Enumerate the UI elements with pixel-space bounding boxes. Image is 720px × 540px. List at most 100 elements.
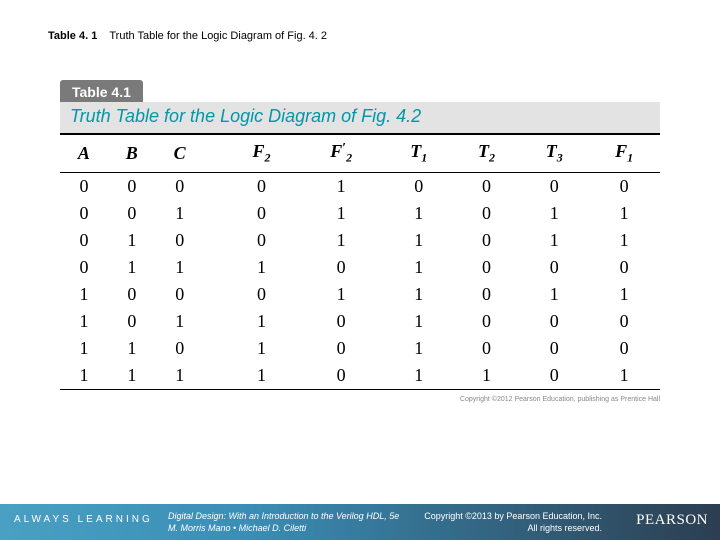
table-cell: 1: [226, 308, 298, 335]
table-cell: 0: [520, 254, 588, 281]
table-cell: 0: [453, 308, 521, 335]
figure-tab: Table 4.1: [60, 80, 143, 102]
table-cell: 0: [297, 308, 384, 335]
caption-label: Table 4. 1: [48, 30, 97, 42]
table-cell: 0: [297, 254, 384, 281]
table-cell: 0: [60, 227, 108, 254]
table-cell: 0: [156, 172, 204, 200]
figure-title: Truth Table for the Logic Diagram of Fig…: [60, 102, 660, 133]
table-cell: 0: [453, 200, 521, 227]
table-cell: 1: [156, 254, 204, 281]
footer-bar: ALWAYS LEARNING Digital Design: With an …: [0, 504, 720, 540]
table-cell: 1: [297, 172, 384, 200]
table-cell: 1: [385, 200, 453, 227]
table-cell: 0: [453, 335, 521, 362]
table-cell: 1: [226, 335, 298, 362]
table-cell: 0: [108, 172, 156, 200]
table-cell: 1: [156, 308, 204, 335]
table-cell: 0: [60, 254, 108, 281]
table-cell: 0: [453, 172, 521, 200]
table-cell: 0: [385, 172, 453, 200]
table-cell: 1: [60, 281, 108, 308]
truth-table: A B C F2 F′2 T1 T2 T3 F1 000010000001011…: [60, 133, 660, 390]
table-cell: 1: [297, 281, 384, 308]
copyright: Copyright ©2013 by Pearson Education, In…: [424, 510, 602, 534]
table-cell: 1: [226, 254, 298, 281]
table-cell: 1: [588, 281, 660, 308]
table-cell: 0: [297, 335, 384, 362]
table-cell: 1: [588, 362, 660, 390]
table-cell: 0: [520, 335, 588, 362]
table-cell: 0: [588, 335, 660, 362]
table-cell: 0: [156, 335, 204, 362]
table-row: 101101000: [60, 308, 660, 335]
table-header-row: A B C F2 F′2 T1 T2 T3 F1: [60, 134, 660, 172]
table-cell: 0: [108, 281, 156, 308]
table-cell: 1: [60, 362, 108, 390]
figure-fine-print: Copyright ©2012 Pearson Education, publi…: [60, 390, 660, 403]
table-cell: 0: [520, 172, 588, 200]
col-F1: F1: [588, 134, 660, 172]
table-cell: 1: [588, 227, 660, 254]
table-cell: 0: [453, 254, 521, 281]
caption-text: Truth Table for the Logic Diagram of Fig…: [109, 30, 327, 42]
table-cell: 0: [520, 362, 588, 390]
slide-caption: Table 4. 1 Truth Table for the Logic Dia…: [48, 30, 327, 42]
table-row: 100011011: [60, 281, 660, 308]
table-cell: 0: [108, 308, 156, 335]
table-cell: 1: [108, 362, 156, 390]
table-row: 001011011: [60, 200, 660, 227]
table-cell: 1: [60, 335, 108, 362]
table-cell: 1: [108, 335, 156, 362]
table-cell: 1: [520, 200, 588, 227]
col-T2: T2: [453, 134, 521, 172]
table-cell: 0: [226, 281, 298, 308]
table-cell: 1: [385, 227, 453, 254]
table-cell: 0: [108, 200, 156, 227]
table-cell: 1: [453, 362, 521, 390]
col-C: C: [156, 134, 204, 172]
table-row: 000010000: [60, 172, 660, 200]
table-cell: 0: [226, 227, 298, 254]
table-cell: 1: [297, 227, 384, 254]
table-cell: 1: [297, 200, 384, 227]
pearson-logo: PEARSON: [636, 512, 708, 529]
col-T3: T3: [520, 134, 588, 172]
table-cell: 1: [226, 362, 298, 390]
table-cell: 0: [60, 172, 108, 200]
table-cell: 0: [60, 200, 108, 227]
col-A: A: [60, 134, 108, 172]
table-cell: 1: [520, 281, 588, 308]
table-cell: 0: [226, 172, 298, 200]
always-learning: ALWAYS LEARNING: [14, 514, 153, 525]
table-figure: Table 4.1 Truth Table for the Logic Diag…: [60, 80, 660, 403]
table-row: 010011011: [60, 227, 660, 254]
table-cell: 0: [453, 281, 521, 308]
table-cell: 0: [156, 281, 204, 308]
table-cell: 0: [226, 200, 298, 227]
table-cell: 0: [588, 254, 660, 281]
table-cell: 1: [385, 362, 453, 390]
table-cell: 1: [108, 227, 156, 254]
table-cell: 1: [156, 200, 204, 227]
book-credit: Digital Design: With an Introduction to …: [168, 510, 399, 534]
table-row: 011101000: [60, 254, 660, 281]
col-B: B: [108, 134, 156, 172]
table-cell: 1: [108, 254, 156, 281]
table-cell: 0: [297, 362, 384, 390]
col-F2prime: F′2: [297, 134, 384, 172]
table-cell: 1: [588, 200, 660, 227]
table-cell: 1: [385, 254, 453, 281]
table-cell: 1: [60, 308, 108, 335]
table-cell: 1: [520, 227, 588, 254]
table-cell: 0: [520, 308, 588, 335]
table-cell: 0: [156, 227, 204, 254]
table-cell: 0: [588, 308, 660, 335]
col-T1: T1: [385, 134, 453, 172]
table-row: 111101101: [60, 362, 660, 390]
col-F2: F2: [226, 134, 298, 172]
table-cell: 0: [453, 227, 521, 254]
table-cell: 1: [385, 335, 453, 362]
table-cell: 1: [385, 281, 453, 308]
table-row: 110101000: [60, 335, 660, 362]
